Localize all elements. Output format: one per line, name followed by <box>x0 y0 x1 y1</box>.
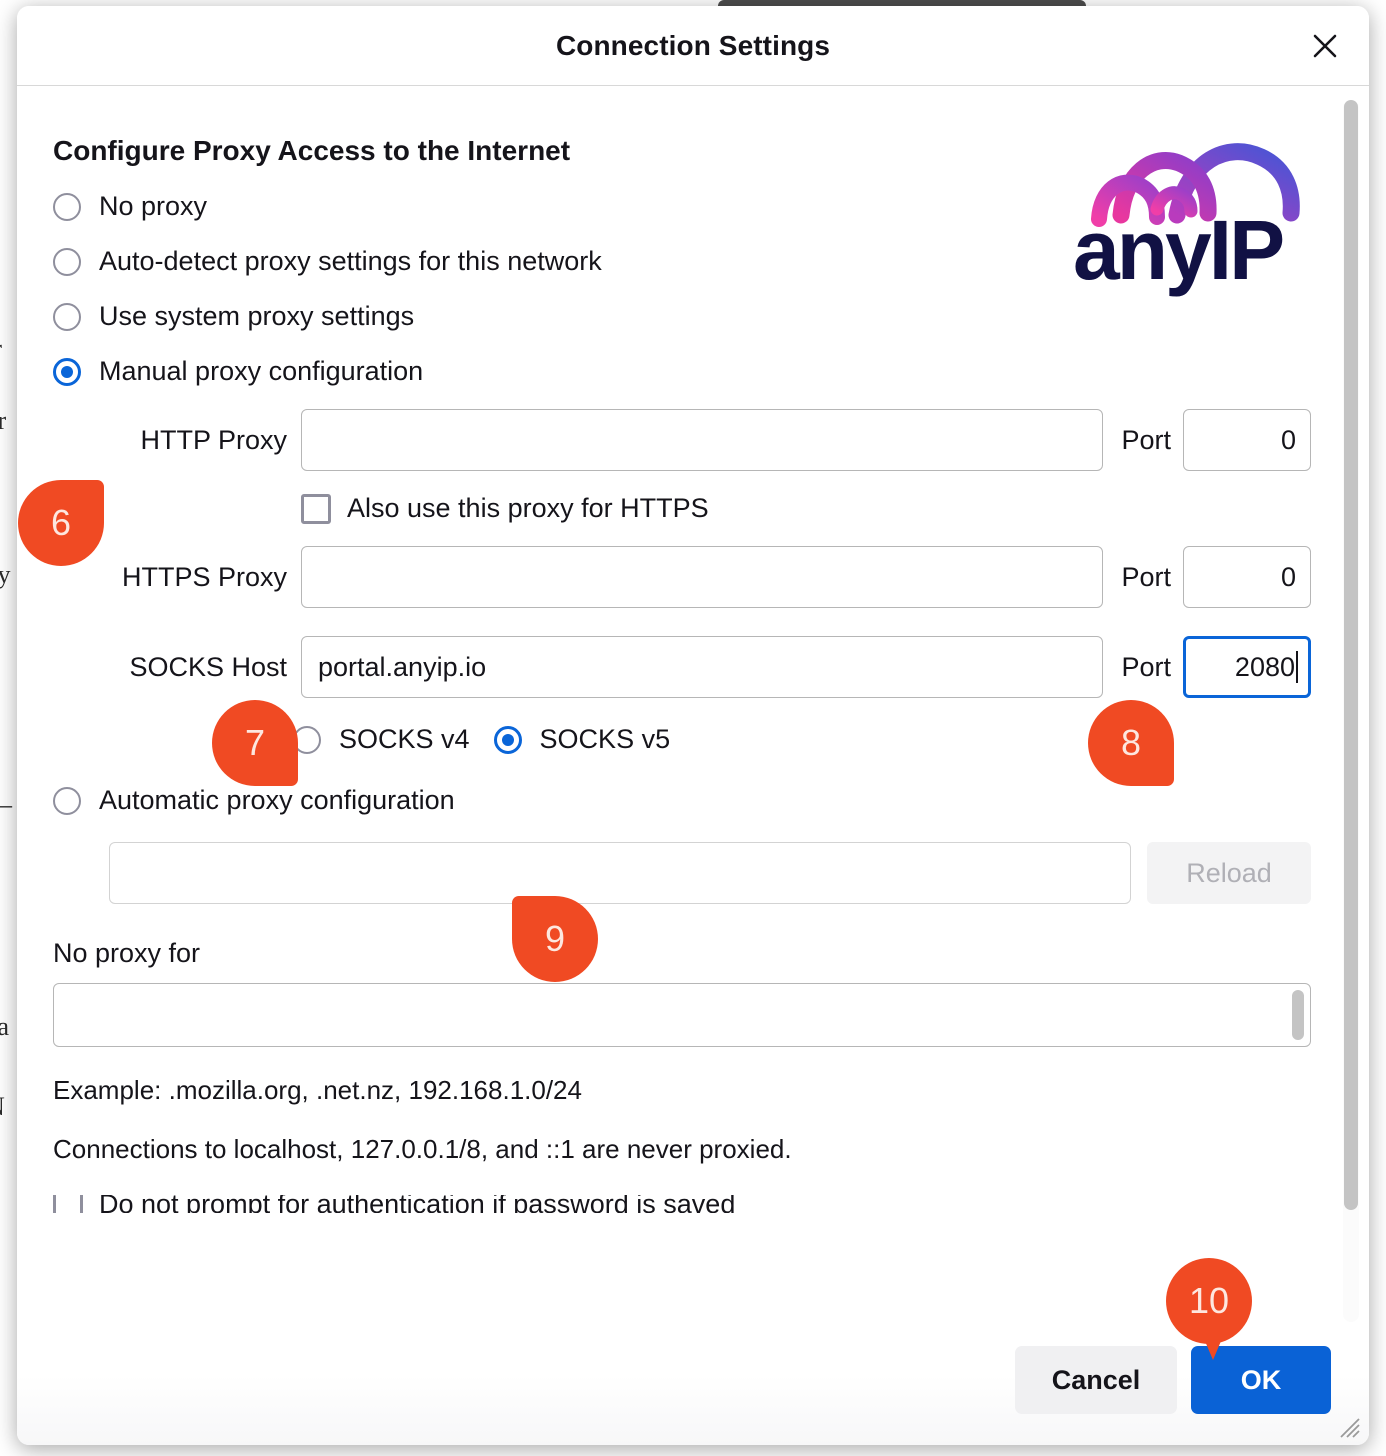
radio-label: No proxy <box>99 191 208 221</box>
no-proxy-scrollbar[interactable] <box>1292 990 1304 1040</box>
socks-host-label: SOCKS Host <box>129 651 287 682</box>
https-proxy-input[interactable] <box>301 546 1104 608</box>
connection-settings-dialog: Connection Settings anyIP Configure Prox… <box>17 6 1369 1445</box>
radio-icon-selected <box>493 725 522 754</box>
radio-icon <box>293 725 321 754</box>
no-proxy-for-label: No proxy for <box>53 938 201 968</box>
radio-icon <box>53 192 81 221</box>
dialog-title: Connection Settings <box>555 29 831 61</box>
checkbox-icon <box>301 493 331 524</box>
http-port-input[interactable] <box>1183 409 1311 471</box>
localhost-hint: Connections to localhost, 127.0.0.1/8, a… <box>53 1134 792 1164</box>
also-use-https-checkbox-row[interactable]: Also use this proxy for HTTPS <box>53 493 1311 524</box>
radio-icon <box>53 247 81 276</box>
http-proxy-input[interactable] <box>301 409 1104 471</box>
no-proxy-for-input[interactable] <box>53 983 1311 1047</box>
http-proxy-label: HTTP Proxy <box>140 424 287 455</box>
settings-content: anyIP Configure Proxy Access to the Inte… <box>17 135 1369 1213</box>
socks-host-row: SOCKS Host Port 2080 <box>53 636 1311 698</box>
reload-button[interactable]: Reload <box>1147 842 1311 904</box>
example-hint: Example: .mozilla.org, .net.nz, 192.168.… <box>53 1075 582 1105</box>
socks-host-input[interactable] <box>301 636 1104 698</box>
radio-system-proxy[interactable]: Use system proxy settings <box>53 301 1311 332</box>
socks-port-label: Port <box>1121 651 1171 682</box>
radio-label: Manual proxy configuration <box>99 356 424 386</box>
dialog-content-scroll-area: anyIP Configure Proxy Access to the Inte… <box>17 86 1369 1336</box>
https-port-input[interactable] <box>1183 546 1311 608</box>
radio-manual-proxy[interactable]: Manual proxy configuration <box>53 356 1311 387</box>
dialog-scrollbar-thumb[interactable] <box>1344 100 1358 1210</box>
checkbox-icon <box>53 1195 83 1213</box>
ok-button[interactable]: OK <box>1191 1346 1331 1414</box>
checkbox-label: Also use this proxy for HTTPS <box>347 493 709 523</box>
dialog-footer: Cancel OK <box>17 1333 1369 1445</box>
close-icon[interactable] <box>1303 24 1347 68</box>
radio-label: Auto-detect proxy settings for this netw… <box>99 246 602 276</box>
radio-label: Automatic proxy configuration <box>99 785 455 815</box>
dialog-titlebar: Connection Settings <box>17 6 1369 86</box>
http-proxy-row: HTTP Proxy Port <box>53 409 1311 471</box>
checkbox-label: Do not prompt for authentication if pass… <box>99 1195 736 1213</box>
https-proxy-label: HTTPS Proxy <box>121 561 287 592</box>
cut-off-checkbox-row[interactable]: Do not prompt for authentication if pass… <box>53 1195 1311 1213</box>
text-caret <box>1296 651 1298 683</box>
dialog-scrollbar[interactable] <box>1343 100 1359 1322</box>
resize-grip-icon[interactable] <box>1335 1413 1361 1439</box>
automatic-proxy-url-row: Reload <box>53 842 1311 904</box>
radio-automatic-proxy[interactable]: Automatic proxy configuration <box>53 785 1311 816</box>
radio-socks-v4[interactable]: SOCKS v4 <box>293 724 470 755</box>
radio-label: SOCKS v4 <box>339 724 470 754</box>
automatic-proxy-url-input[interactable] <box>109 842 1131 904</box>
http-port-label: Port <box>1121 424 1171 455</box>
radio-icon <box>53 786 81 815</box>
socks-port-input[interactable]: 2080 <box>1183 636 1311 698</box>
radio-auto-detect[interactable]: Auto-detect proxy settings for this netw… <box>53 246 1311 277</box>
cancel-button[interactable]: Cancel <box>1015 1346 1177 1414</box>
screen: ir cr e ey r t — v x ea N ti e Connectio… <box>0 0 1386 1456</box>
radio-icon <box>53 302 81 331</box>
radio-no-proxy[interactable]: No proxy <box>53 191 1311 222</box>
radio-socks-v5[interactable]: SOCKS v5 <box>493 724 671 755</box>
https-port-label: Port <box>1121 561 1171 592</box>
socks-port-value: 2080 <box>1234 651 1295 682</box>
radio-icon-selected <box>53 357 81 386</box>
radio-label: SOCKS v5 <box>539 724 671 754</box>
radio-label: Use system proxy settings <box>99 301 415 331</box>
https-proxy-row: HTTPS Proxy Port <box>53 546 1311 608</box>
socks-version-group: SOCKS v4 SOCKS v5 <box>53 724 1311 755</box>
section-title: Configure Proxy Access to the Internet <box>53 135 571 166</box>
